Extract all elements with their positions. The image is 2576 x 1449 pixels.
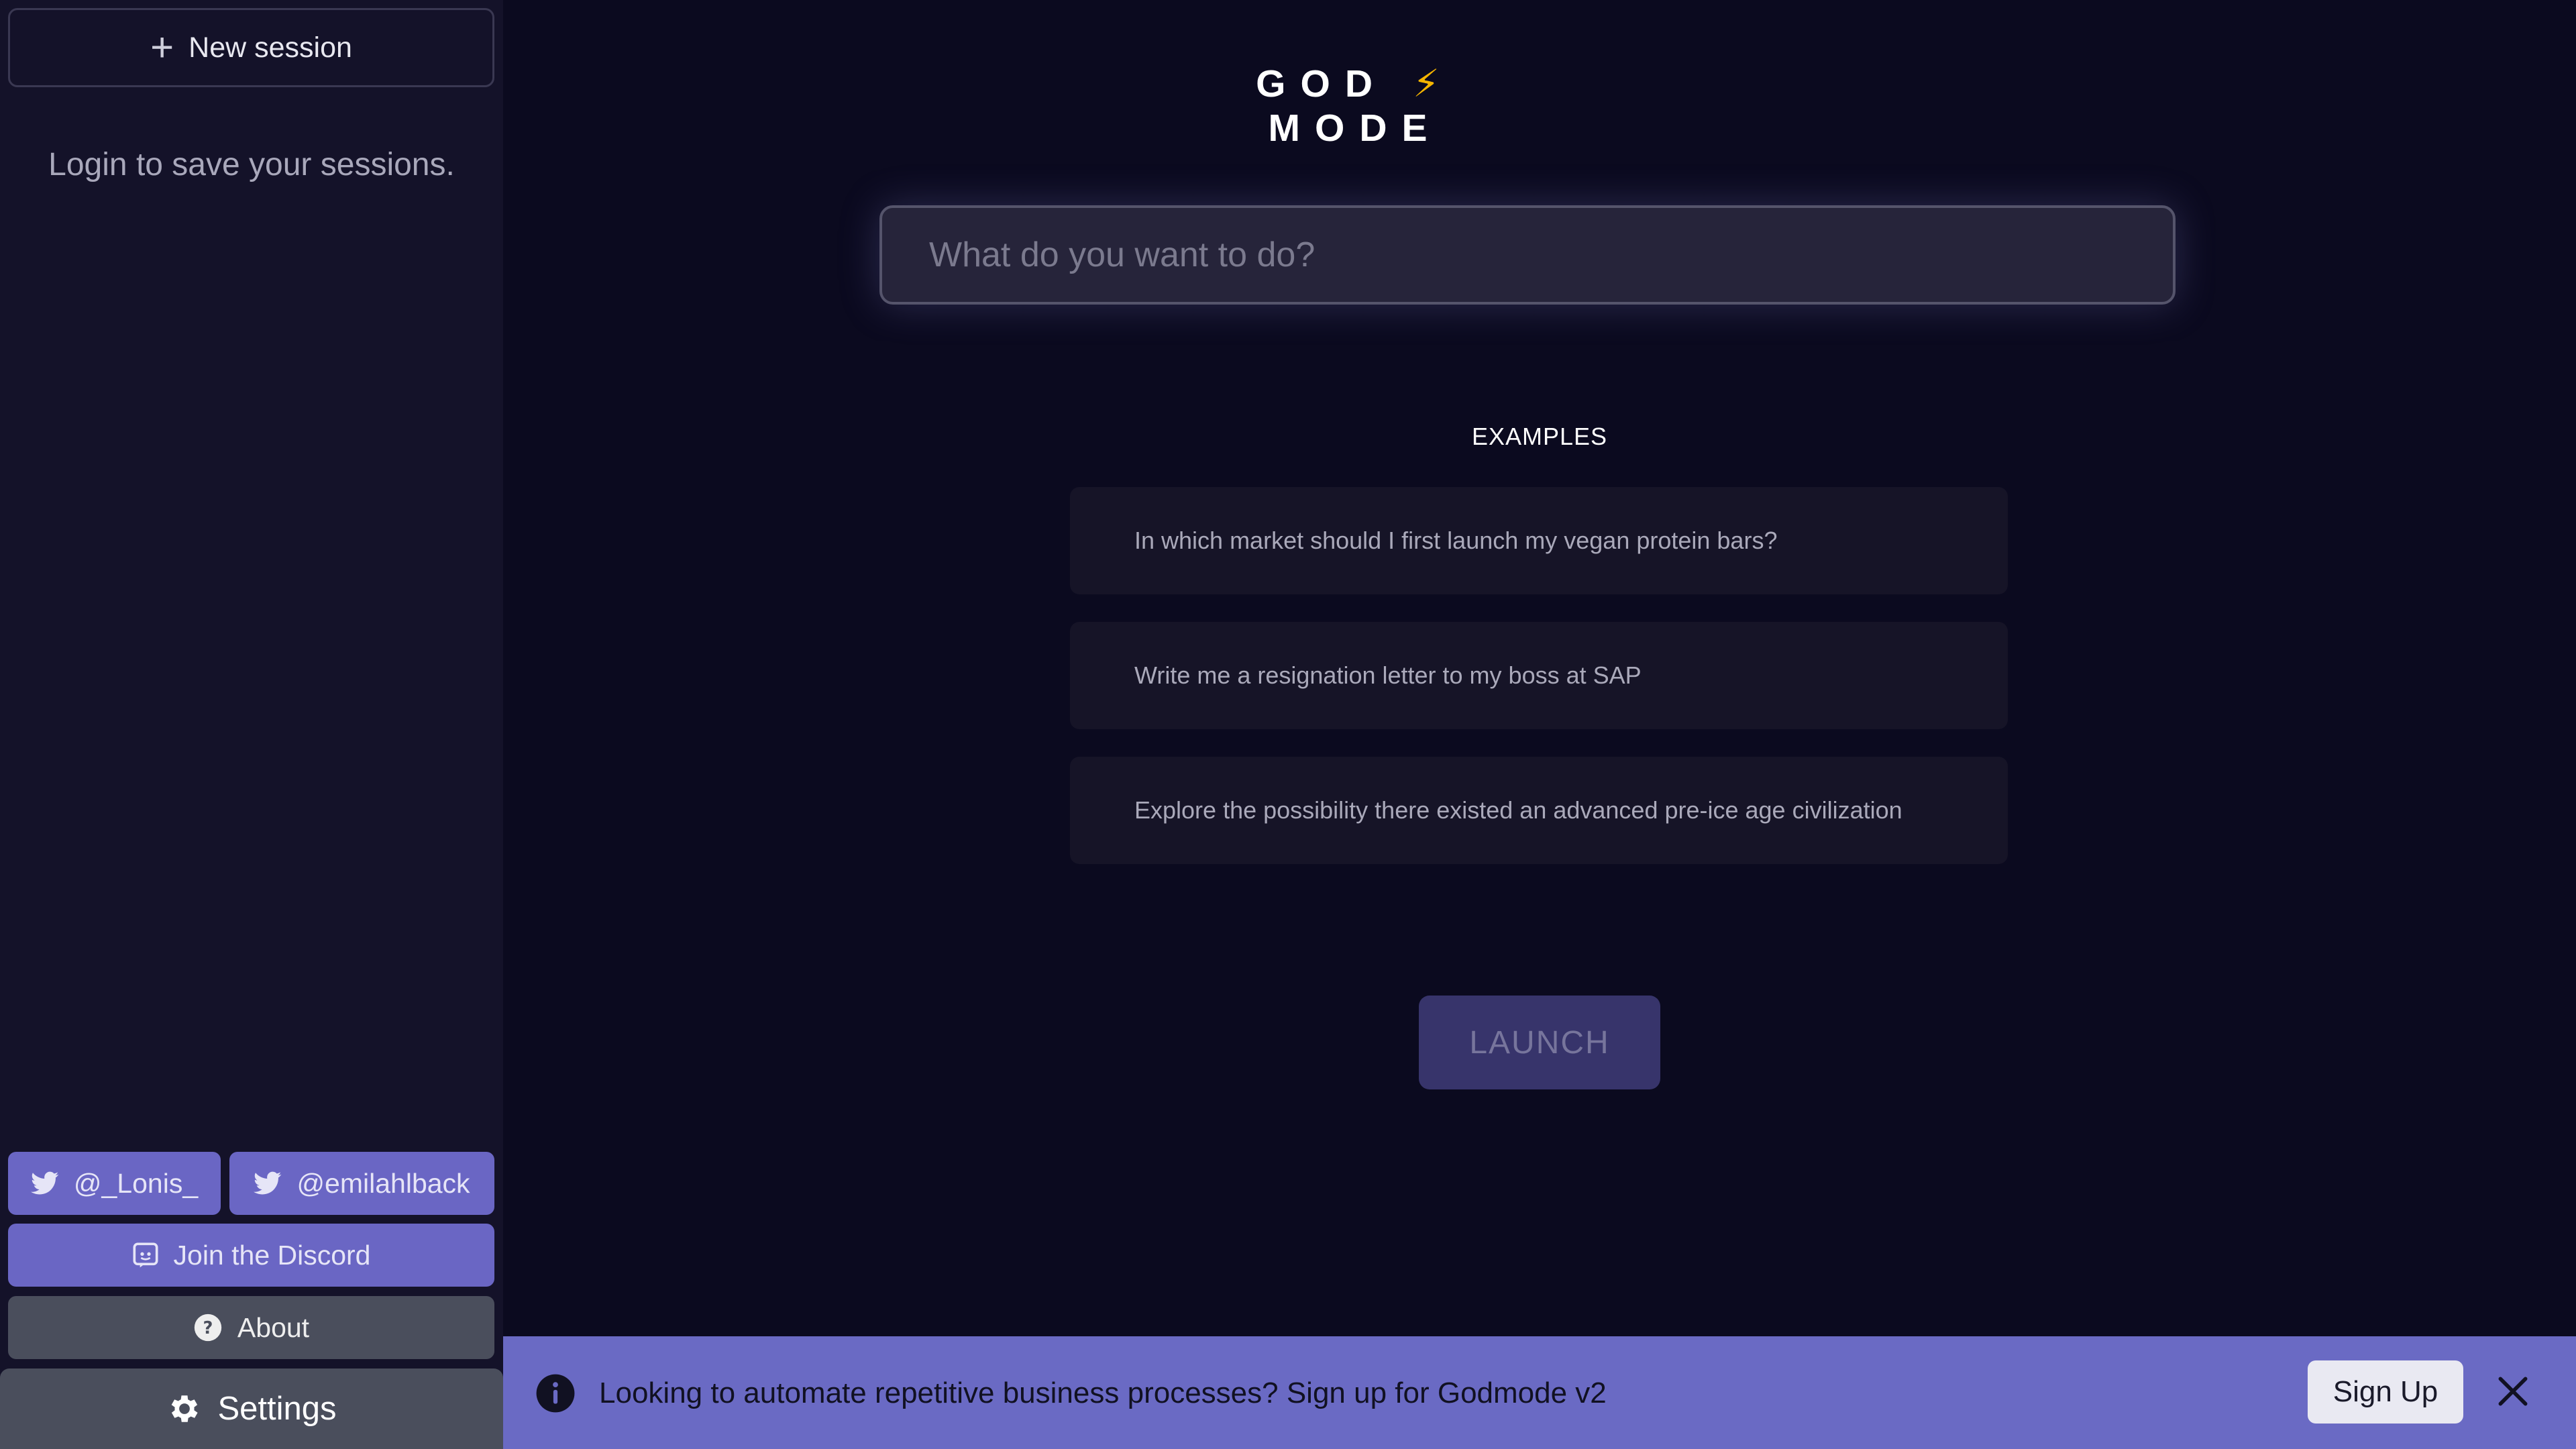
example-item[interactable]: Explore the possibility there existed an… <box>1070 757 2008 864</box>
plus-icon: + <box>150 25 174 70</box>
launch-button[interactable]: LAUNCH <box>1419 996 1660 1089</box>
example-item[interactable]: Write me a resignation letter to my boss… <box>1070 622 2008 729</box>
twitter-icon <box>254 1171 282 1195</box>
sign-up-button[interactable]: Sign Up <box>2308 1360 2463 1424</box>
twitter-lonis-button[interactable]: @_Lonis_ <box>8 1152 221 1215</box>
examples-heading: EXAMPLES <box>1471 423 1608 450</box>
question-circle-icon: ? <box>194 1313 222 1342</box>
twitter-emilahlback-button[interactable]: @emilahlback <box>229 1152 494 1215</box>
banner-text: Looking to automate repetitive business … <box>599 1377 1607 1409</box>
prompt-input[interactable] <box>879 205 2176 305</box>
join-discord-button[interactable]: Join the Discord <box>8 1224 494 1287</box>
new-session-button[interactable]: + New session <box>8 8 494 87</box>
lightning-icon: ⚡ <box>1412 62 1454 105</box>
info-icon <box>536 1374 575 1413</box>
gear-icon <box>172 1395 199 1422</box>
twitter-lonis-label: @_Lonis_ <box>73 1167 199 1199</box>
twitter-emilahlback-label: @emilahlback <box>297 1167 470 1199</box>
title-god: GOD <box>1256 62 1387 105</box>
title-mode: MODE <box>1268 107 1442 150</box>
page-title: GOD ⚡ MODE <box>1167 62 1543 150</box>
example-item[interactable]: In which market should I first launch my… <box>1070 487 2008 594</box>
about-label: About <box>237 1311 310 1343</box>
settings-button[interactable]: Settings <box>0 1368 503 1449</box>
login-hint: Login to save your sessions. <box>48 147 455 182</box>
close-icon[interactable] <box>2494 1373 2532 1410</box>
svg-text:?: ? <box>203 1318 213 1338</box>
sidebar: + New session Login to save your session… <box>0 0 503 1449</box>
twitter-icon <box>30 1171 59 1195</box>
about-button[interactable]: ? About <box>8 1296 494 1359</box>
discord-icon <box>133 1242 158 1268</box>
new-session-label: New session <box>189 31 352 64</box>
settings-label: Settings <box>217 1391 337 1427</box>
join-discord-label: Join the Discord <box>173 1239 371 1271</box>
